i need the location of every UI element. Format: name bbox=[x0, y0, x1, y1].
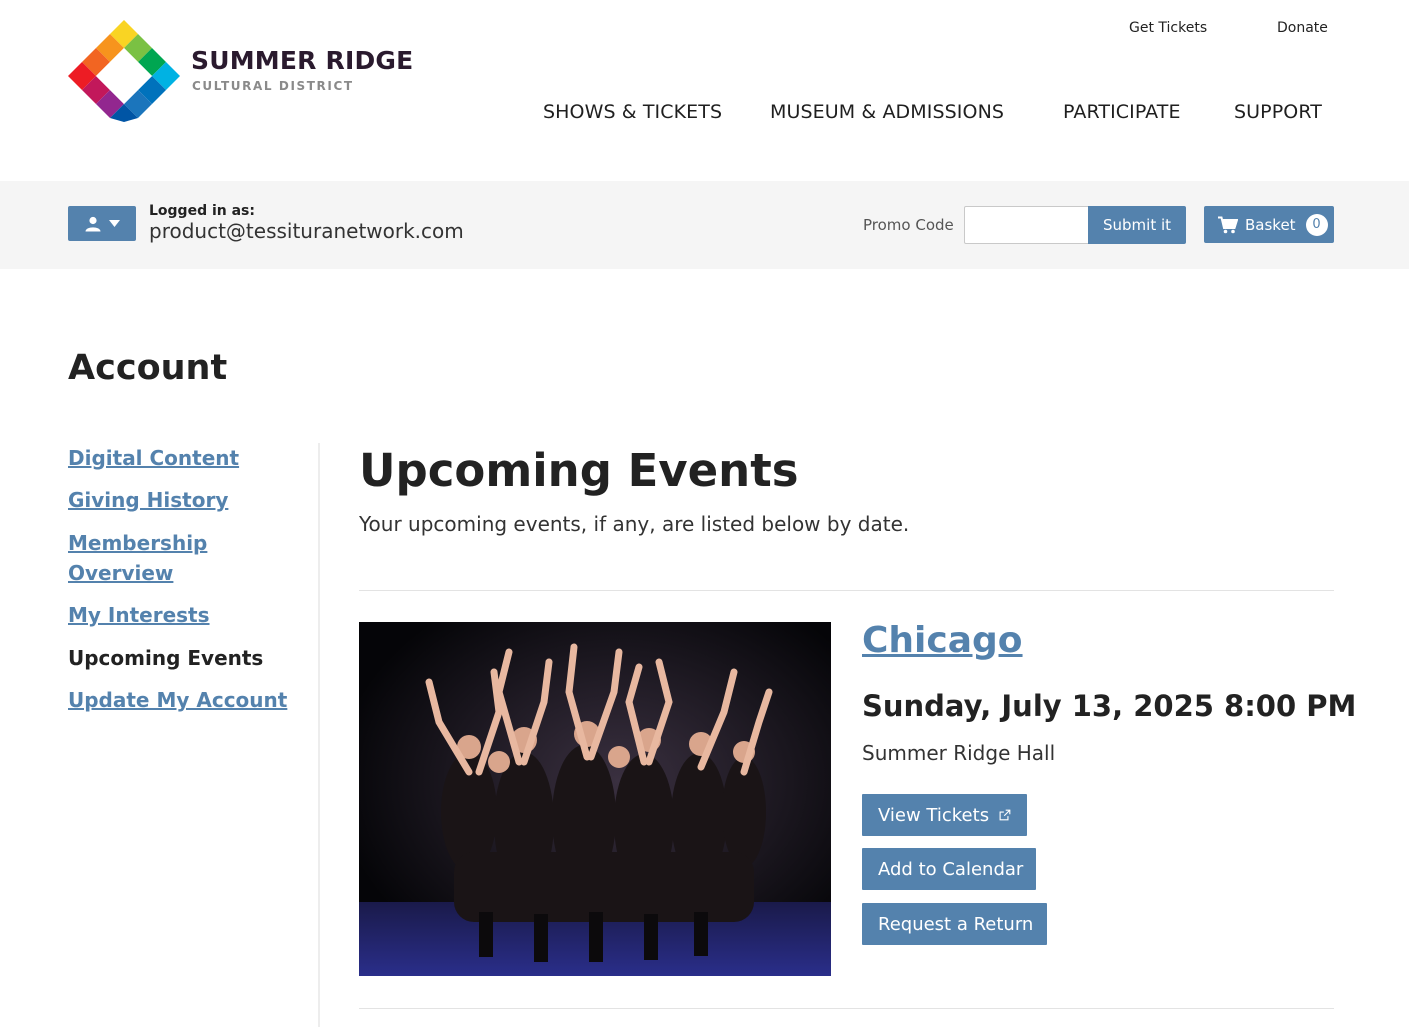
page-title: Account bbox=[68, 348, 228, 388]
logged-in-label: Logged in as: bbox=[149, 203, 255, 219]
basket-count-badge: 0 bbox=[1305, 213, 1328, 236]
event-datetime: Sunday, July 13, 2025 8:00 PM bbox=[862, 689, 1357, 723]
account-bar: Logged in as: product@tessituranetwork.c… bbox=[0, 181, 1409, 269]
sidebar-item-my-interests[interactable]: My Interests bbox=[68, 600, 210, 630]
basket-label: Basket bbox=[1245, 215, 1296, 234]
user-menu-button[interactable] bbox=[68, 206, 136, 241]
nav-support[interactable]: SUPPORT bbox=[1234, 101, 1322, 123]
nav-participate[interactable]: PARTICIPATE bbox=[1063, 101, 1181, 123]
external-link-icon bbox=[999, 809, 1011, 821]
cart-icon bbox=[1218, 216, 1238, 233]
brand-name: SUMMER RIDGE bbox=[191, 46, 414, 75]
sidebar-item-membership-overview[interactable]: Membership Overview bbox=[68, 528, 207, 588]
sidebar-item-upcoming-events: Upcoming Events bbox=[68, 646, 264, 670]
section-description: Your upcoming events, if any, are listed… bbox=[359, 512, 910, 536]
sidebar-item-membership-line1: Membership bbox=[68, 531, 208, 555]
sidebar-item-update-account[interactable]: Update My Account bbox=[68, 685, 287, 715]
request-return-label: Request a Return bbox=[878, 913, 1034, 935]
donate-link[interactable]: Donate bbox=[1277, 20, 1328, 36]
nav-shows-tickets[interactable]: SHOWS & TICKETS bbox=[543, 101, 722, 123]
add-to-calendar-button[interactable]: Add to Calendar bbox=[862, 848, 1036, 890]
promo-submit-button[interactable]: Submit it bbox=[1088, 206, 1186, 244]
sidebar-item-giving-history[interactable]: Giving History bbox=[68, 485, 228, 515]
event-image bbox=[359, 622, 831, 976]
sidebar-item-membership-line2: Overview bbox=[68, 561, 174, 585]
basket-button[interactable]: Basket 0 bbox=[1204, 206, 1334, 243]
event-venue: Summer Ridge Hall bbox=[862, 741, 1056, 765]
event-title-link[interactable]: Chicago bbox=[862, 620, 1023, 661]
view-tickets-button[interactable]: View Tickets bbox=[862, 794, 1027, 836]
divider-bottom bbox=[359, 1008, 1334, 1009]
caret-down-icon bbox=[108, 219, 120, 227]
get-tickets-link[interactable]: Get Tickets bbox=[1129, 20, 1207, 36]
request-return-button[interactable]: Request a Return bbox=[862, 903, 1047, 945]
promo-code-input[interactable] bbox=[964, 206, 1089, 244]
view-tickets-label: View Tickets bbox=[878, 804, 990, 826]
add-to-calendar-label: Add to Calendar bbox=[878, 858, 1024, 880]
sidebar-divider bbox=[318, 443, 320, 1027]
brand-subtitle: CULTURAL DISTRICT bbox=[192, 79, 354, 93]
summer-ridge-logo[interactable] bbox=[68, 20, 180, 122]
divider-top bbox=[359, 590, 1334, 591]
promo-code-label: Promo Code bbox=[863, 216, 954, 234]
nav-museum-admissions[interactable]: MUSEUM & ADMISSIONS bbox=[770, 101, 1004, 123]
user-icon bbox=[85, 216, 100, 231]
logged-in-email: product@tessituranetwork.com bbox=[149, 219, 464, 243]
sidebar-item-digital-content[interactable]: Digital Content bbox=[68, 443, 239, 473]
section-title: Upcoming Events bbox=[359, 444, 799, 497]
